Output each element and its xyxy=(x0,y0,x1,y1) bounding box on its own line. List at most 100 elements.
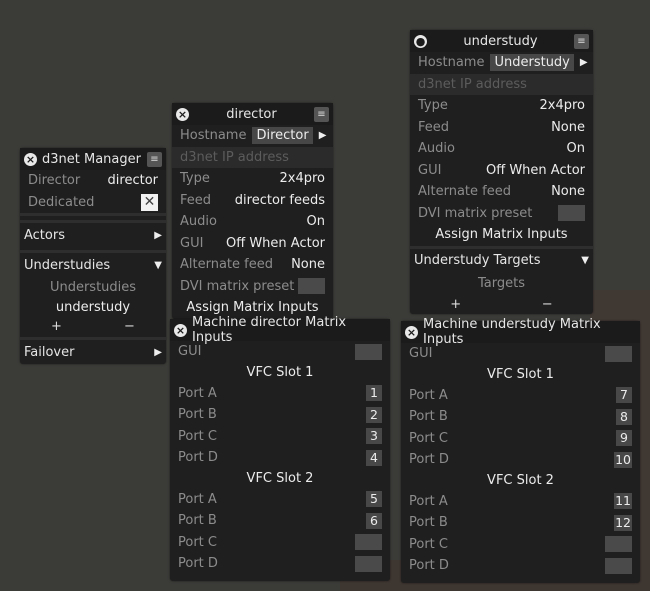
remove-button[interactable]: − xyxy=(542,297,553,312)
panel-title: Machine understudy Matrix Inputs xyxy=(423,317,601,347)
field-label: Alternate feed xyxy=(180,257,273,273)
port-input-field[interactable]: 3 xyxy=(366,428,382,445)
port-input-field[interactable] xyxy=(605,536,632,553)
close-icon[interactable]: × xyxy=(174,323,187,337)
port-label: Port C xyxy=(178,428,217,444)
dvi-preset-field[interactable] xyxy=(558,205,585,222)
port-input-field[interactable]: 1 xyxy=(366,385,382,402)
panel-title: Machine director Matrix Inputs xyxy=(192,315,347,345)
port-input-field[interactable]: 8 xyxy=(616,408,632,425)
vfc-slot-header: VFC Slot 1 xyxy=(487,367,554,382)
note-edit-icon[interactable]: ≡ xyxy=(147,151,162,167)
panel-title-bar[interactable]: × d3net Manager ≡ xyxy=(20,148,166,170)
port-input-field[interactable]: 6 xyxy=(366,512,382,529)
gui-label: GUI xyxy=(178,344,202,360)
port-input-field[interactable]: 12 xyxy=(614,514,632,531)
director-value[interactable]: director xyxy=(108,173,158,188)
gui-value[interactable]: Off When Actor xyxy=(226,236,325,251)
port-input-field[interactable]: 7 xyxy=(616,387,632,404)
port-label: Port A xyxy=(178,491,217,507)
port-input-field[interactable]: 2 xyxy=(366,406,382,423)
hostname-field[interactable]: Understudy xyxy=(490,54,574,72)
field-label: Feed xyxy=(180,192,212,208)
close-icon[interactable]: × xyxy=(405,325,418,339)
hostname-field[interactable]: Director xyxy=(252,127,313,145)
port-input-field[interactable] xyxy=(355,555,382,572)
panel-title: understudy xyxy=(463,33,538,49)
note-edit-icon[interactable]: ≡ xyxy=(574,33,589,49)
understudy-targets-header[interactable]: Understudy Targets ▼ xyxy=(410,249,593,273)
add-button[interactable]: + xyxy=(450,297,461,312)
port-input-field[interactable]: 10 xyxy=(614,451,632,468)
port-input-field[interactable]: 5 xyxy=(366,491,382,508)
understudy-machine-panel: ● understudy ≡ Hostname Understudy ▶ d3net… xyxy=(410,30,593,314)
gui-input-field[interactable] xyxy=(355,343,382,360)
port-row: Port B 6 xyxy=(170,510,390,532)
expand-right-icon[interactable]: ▶ xyxy=(319,130,327,141)
targets-list-header: Targets xyxy=(478,275,525,291)
port-input-field[interactable]: 11 xyxy=(614,493,632,510)
field-label: Alternate feed xyxy=(418,184,511,200)
port-label: Port B xyxy=(178,513,217,529)
port-row: Port A 1 xyxy=(170,383,390,405)
close-icon[interactable]: × xyxy=(24,152,37,166)
pin-icon[interactable]: ● xyxy=(414,34,427,48)
ip-address-input[interactable]: d3net IP address xyxy=(172,146,333,168)
failover-label: Failover xyxy=(24,344,75,360)
port-label: Port A xyxy=(409,493,448,509)
dvi-label: DVI matrix preset xyxy=(180,278,295,294)
actors-section-header[interactable]: Actors ▶ xyxy=(20,223,166,247)
port-row: Port C xyxy=(170,532,390,554)
dvi-label: DVI matrix preset xyxy=(418,205,533,221)
audio-value[interactable]: On xyxy=(307,214,325,229)
dvi-preset-field[interactable] xyxy=(298,278,325,295)
feed-value[interactable]: None xyxy=(551,120,585,135)
expand-right-icon[interactable]: ▶ xyxy=(580,57,588,68)
panel-title: director xyxy=(226,106,277,122)
dedicated-checkbox[interactable]: ✕ xyxy=(141,193,158,211)
ip-address-input[interactable]: d3net IP address xyxy=(410,73,593,95)
gui-value[interactable]: Off When Actor xyxy=(486,163,585,178)
failover-section-header[interactable]: Failover ▶ xyxy=(20,340,166,364)
port-row: Port D xyxy=(170,553,390,575)
port-label: Port C xyxy=(409,430,448,446)
understudies-label: Understudies xyxy=(24,257,111,273)
vfc-slot-header: VFC Slot 2 xyxy=(246,471,314,486)
gui-input-field[interactable] xyxy=(605,345,632,362)
type-value[interactable]: 2x4pro xyxy=(280,171,326,186)
field-label: Type xyxy=(418,98,448,114)
port-label: Port B xyxy=(409,409,448,425)
remove-button[interactable]: − xyxy=(124,319,135,334)
port-input-field[interactable] xyxy=(605,557,632,574)
add-button[interactable]: + xyxy=(51,319,62,334)
panel-title: d3net Manager xyxy=(42,151,141,167)
understudies-section-header[interactable]: Understudies ▼ xyxy=(20,253,166,277)
note-edit-icon[interactable]: ≡ xyxy=(314,106,329,122)
panel-title-bar[interactable]: × Machine understudy Matrix Inputs xyxy=(401,317,640,347)
port-label: Port C xyxy=(409,536,448,552)
feed-value[interactable]: director feeds xyxy=(235,193,325,208)
alternate-feed-value[interactable]: None xyxy=(291,257,325,272)
vfc-slot-header: VFC Slot 2 xyxy=(487,473,554,488)
director-machine-panel: × director ≡ Hostname Director ▶ d3net IP … xyxy=(172,103,333,319)
panel-title-bar[interactable]: × Machine director Matrix Inputs xyxy=(170,315,390,345)
port-row: Port C xyxy=(401,534,640,556)
targets-section-label: Understudy Targets xyxy=(414,253,541,268)
alternate-feed-value[interactable]: None xyxy=(551,184,585,199)
panel-title-bar[interactable]: ● understudy ≡ xyxy=(410,30,593,52)
panel-title-bar[interactable]: × director ≡ xyxy=(172,103,333,125)
port-label: Port B xyxy=(178,407,217,423)
port-input-field[interactable]: 4 xyxy=(366,449,382,466)
actors-label: Actors xyxy=(24,227,65,243)
hostname-label: Hostname xyxy=(180,128,247,144)
understudy-list-item[interactable]: understudy xyxy=(20,297,166,317)
type-value[interactable]: 2x4pro xyxy=(540,98,586,113)
assign-matrix-inputs-button[interactable]: Assign Matrix Inputs xyxy=(410,224,593,246)
port-input-field[interactable] xyxy=(355,534,382,551)
field-label: Feed xyxy=(418,119,450,135)
close-icon[interactable]: × xyxy=(176,107,189,121)
gui-label: GUI xyxy=(409,346,433,362)
audio-value[interactable]: On xyxy=(567,141,585,156)
port-label: Port A xyxy=(409,387,448,403)
port-input-field[interactable]: 9 xyxy=(616,430,632,447)
